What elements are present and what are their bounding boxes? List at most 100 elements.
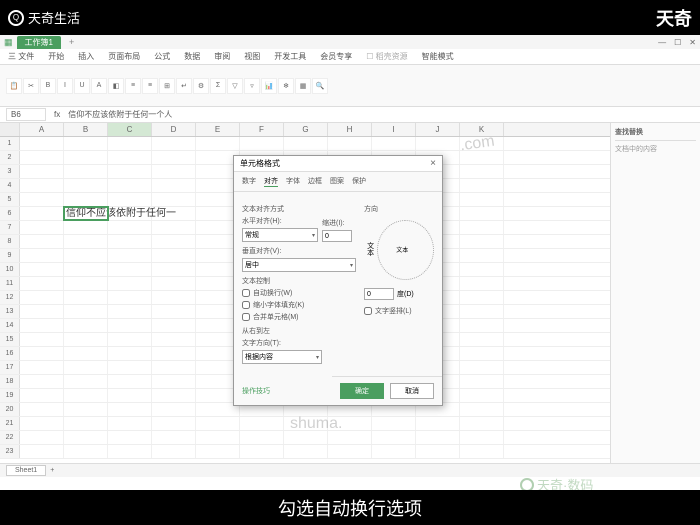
col-a[interactable]: A — [20, 123, 64, 136]
cell[interactable] — [20, 445, 64, 458]
menu-insert[interactable]: 插入 — [78, 51, 94, 62]
cell[interactable] — [20, 347, 64, 360]
chart-icon[interactable]: 📊 — [261, 78, 277, 94]
cell[interactable] — [64, 347, 108, 360]
cell[interactable] — [460, 375, 504, 388]
cell[interactable] — [460, 403, 504, 416]
cell[interactable] — [108, 249, 152, 262]
cell[interactable] — [460, 389, 504, 402]
ok-button[interactable]: 确定 — [340, 383, 384, 399]
cell[interactable] — [460, 207, 504, 220]
tab-align[interactable]: 对齐 — [264, 176, 278, 187]
cell[interactable] — [64, 151, 108, 164]
freeze-icon[interactable]: ❄ — [278, 78, 294, 94]
row-header[interactable]: 8 — [0, 235, 20, 248]
cell[interactable] — [108, 417, 152, 430]
col-k[interactable]: K — [460, 123, 504, 136]
col-h[interactable]: H — [328, 123, 372, 136]
cell[interactable] — [20, 375, 64, 388]
row-header[interactable]: 2 — [0, 151, 20, 164]
cell[interactable] — [328, 431, 372, 444]
cell[interactable] — [416, 431, 460, 444]
cell[interactable] — [152, 165, 196, 178]
wrap-icon[interactable]: ↵ — [176, 78, 192, 94]
cell[interactable] — [20, 249, 64, 262]
menu-res[interactable]: 稻壳资源 — [376, 52, 408, 61]
cell[interactable] — [416, 445, 460, 458]
fill-icon[interactable]: ◧ — [108, 78, 124, 94]
cell[interactable] — [152, 221, 196, 234]
find-icon[interactable]: 🔍 — [312, 78, 328, 94]
cell[interactable] — [416, 417, 460, 430]
col-b[interactable]: B — [64, 123, 108, 136]
cell[interactable] — [108, 277, 152, 290]
cell[interactable] — [20, 207, 64, 220]
row-header[interactable]: 3 — [0, 165, 20, 178]
cell[interactable] — [460, 319, 504, 332]
cell[interactable] — [240, 417, 284, 430]
tips-link[interactable]: 操作技巧 — [234, 382, 278, 400]
h-align-select[interactable]: 常规 — [242, 228, 318, 242]
menu-home[interactable]: 开始 — [48, 51, 64, 62]
cell[interactable] — [328, 137, 372, 150]
cell[interactable] — [108, 151, 152, 164]
doc-tab[interactable]: 工作簿1 — [17, 36, 61, 49]
cell[interactable] — [460, 417, 504, 430]
cell[interactable] — [152, 249, 196, 262]
cell[interactable] — [20, 431, 64, 444]
cell[interactable] — [152, 347, 196, 360]
underline-icon[interactable]: U — [74, 78, 90, 94]
row-header[interactable]: 18 — [0, 375, 20, 388]
sheet-tab[interactable]: Sheet1 — [6, 465, 46, 476]
row-header[interactable]: 21 — [0, 417, 20, 430]
cell[interactable] — [152, 277, 196, 290]
table-icon[interactable]: ▦ — [295, 78, 311, 94]
row-header[interactable]: 7 — [0, 221, 20, 234]
cell[interactable] — [64, 291, 108, 304]
cell[interactable] — [20, 151, 64, 164]
shrink-checkbox[interactable]: 缩小字体填充(K) — [242, 300, 356, 310]
cell[interactable] — [460, 235, 504, 248]
cell[interactable] — [152, 235, 196, 248]
menu-layout[interactable]: 页面布局 — [108, 51, 140, 62]
col-e[interactable]: E — [196, 123, 240, 136]
add-sheet[interactable]: + — [46, 467, 58, 474]
row-header[interactable]: 6 — [0, 207, 20, 220]
menu-view[interactable]: 视图 — [244, 51, 260, 62]
cell[interactable] — [108, 445, 152, 458]
cell-ref-box[interactable]: B6 — [6, 108, 46, 121]
row-header[interactable]: 17 — [0, 361, 20, 374]
col-d[interactable]: D — [152, 123, 196, 136]
fx-icon[interactable]: fx — [54, 110, 60, 119]
align-left-icon[interactable]: ≡ — [125, 78, 141, 94]
menu-dev[interactable]: 开发工具 — [274, 51, 306, 62]
cell[interactable] — [152, 151, 196, 164]
cell[interactable] — [152, 389, 196, 402]
row-header[interactable]: 15 — [0, 333, 20, 346]
row-header[interactable]: 22 — [0, 431, 20, 444]
menu-data[interactable]: 数据 — [184, 51, 200, 62]
cell[interactable] — [64, 319, 108, 332]
cell[interactable] — [460, 221, 504, 234]
cell[interactable] — [152, 403, 196, 416]
close-icon[interactable]: ✕ — [689, 38, 696, 47]
file-menu[interactable]: 三 文件 — [8, 51, 34, 62]
v-align-select[interactable]: 居中 — [242, 258, 356, 272]
cell[interactable] — [460, 347, 504, 360]
cell[interactable] — [108, 137, 152, 150]
tab-protect[interactable]: 保护 — [352, 176, 366, 187]
cell[interactable] — [108, 221, 152, 234]
cell[interactable] — [64, 445, 108, 458]
wrap-checkbox[interactable]: 自动换行(W) — [242, 288, 356, 298]
cell[interactable] — [460, 277, 504, 290]
cell[interactable] — [284, 431, 328, 444]
paste-icon[interactable]: 📋 — [6, 78, 22, 94]
tab-pattern[interactable]: 图案 — [330, 176, 344, 187]
cell[interactable] — [108, 179, 152, 192]
cell[interactable] — [20, 319, 64, 332]
cell[interactable] — [108, 263, 152, 276]
cell[interactable] — [108, 389, 152, 402]
row-header[interactable]: 13 — [0, 305, 20, 318]
row-header[interactable]: 10 — [0, 263, 20, 276]
cell[interactable] — [152, 431, 196, 444]
